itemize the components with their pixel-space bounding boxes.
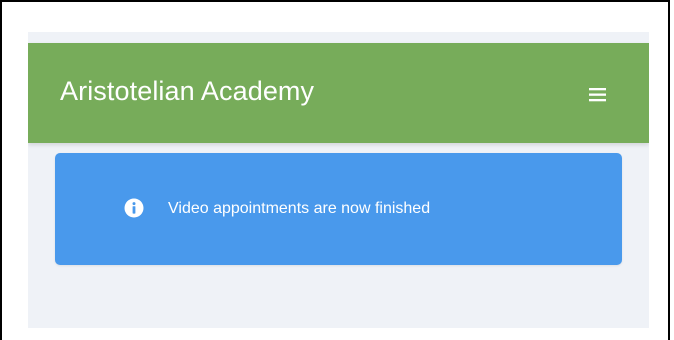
app-viewport: Aristotelian Academy Video appointments … [28,32,649,328]
alert-message: Video appointments are now finished [168,200,431,217]
top-navbar: Aristotelian Academy [28,43,649,143]
info-alert: Video appointments are now finished [55,153,622,265]
info-icon [124,198,144,218]
brand-title[interactable]: Aristotelian Academy [60,76,314,107]
hamburger-menu-icon[interactable] [586,83,614,107]
